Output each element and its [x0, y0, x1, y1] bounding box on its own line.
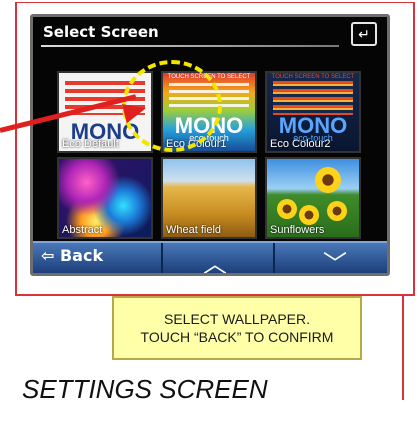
wallpaper-label: Abstract	[62, 224, 103, 236]
nav-divider	[273, 243, 275, 273]
wallpaper-label: Sunflowers	[270, 224, 325, 236]
sunflower-image	[315, 167, 341, 193]
device-screen: Select Screen ↵ MONO Eco Default TOUCH S…	[30, 14, 390, 276]
down-chevron-icon[interactable]: ﹀	[323, 244, 347, 273]
back-arrow-icon: ⇦	[41, 246, 55, 265]
sunflower-image	[299, 205, 319, 225]
back-label: Back	[59, 246, 104, 265]
sunflower-image	[277, 199, 297, 219]
note-line-2: TOUCH “BACK” TO CONFIRM	[140, 329, 334, 345]
wallpaper-tile-eco-colour2[interactable]: TOUCH SCREEN TO SELECT MONO eco-touch Ec…	[265, 71, 361, 153]
figure-caption: SETTINGS SCREEN	[22, 374, 268, 404]
wallpaper-label: Eco Default	[62, 138, 119, 150]
nav-divider	[161, 243, 163, 273]
up-chevron-icon[interactable]: ︿	[203, 244, 227, 273]
title-divider	[41, 45, 339, 47]
note-line-1: SELECT WALLPAPER.	[163, 311, 310, 327]
wallpaper-tile-wheat-field[interactable]: Wheat field	[161, 157, 257, 239]
bottom-nav-bar: ⇦ Back ︿ ﹀	[33, 241, 387, 273]
wallpaper-label: Wheat field	[166, 224, 222, 236]
back-button[interactable]: ⇦ Back	[41, 246, 103, 265]
wallpaper-label: Eco Colour2	[270, 138, 331, 150]
sunflower-image	[327, 201, 347, 221]
wallpaper-tile-sunflowers[interactable]: Sunflowers	[265, 157, 361, 239]
stripe-pattern	[273, 81, 353, 115]
annotation-frame-line	[402, 296, 404, 400]
screen-title: Select Screen	[43, 23, 159, 41]
wallpaper-tile-abstract[interactable]: Abstract	[57, 157, 153, 239]
instruction-note: SELECT WALLPAPER. TOUCH “BACK” TO CONFIR…	[112, 296, 362, 360]
return-icon[interactable]: ↵	[351, 22, 377, 46]
wallpaper-banner: TOUCH SCREEN TO SELECT	[271, 74, 355, 80]
